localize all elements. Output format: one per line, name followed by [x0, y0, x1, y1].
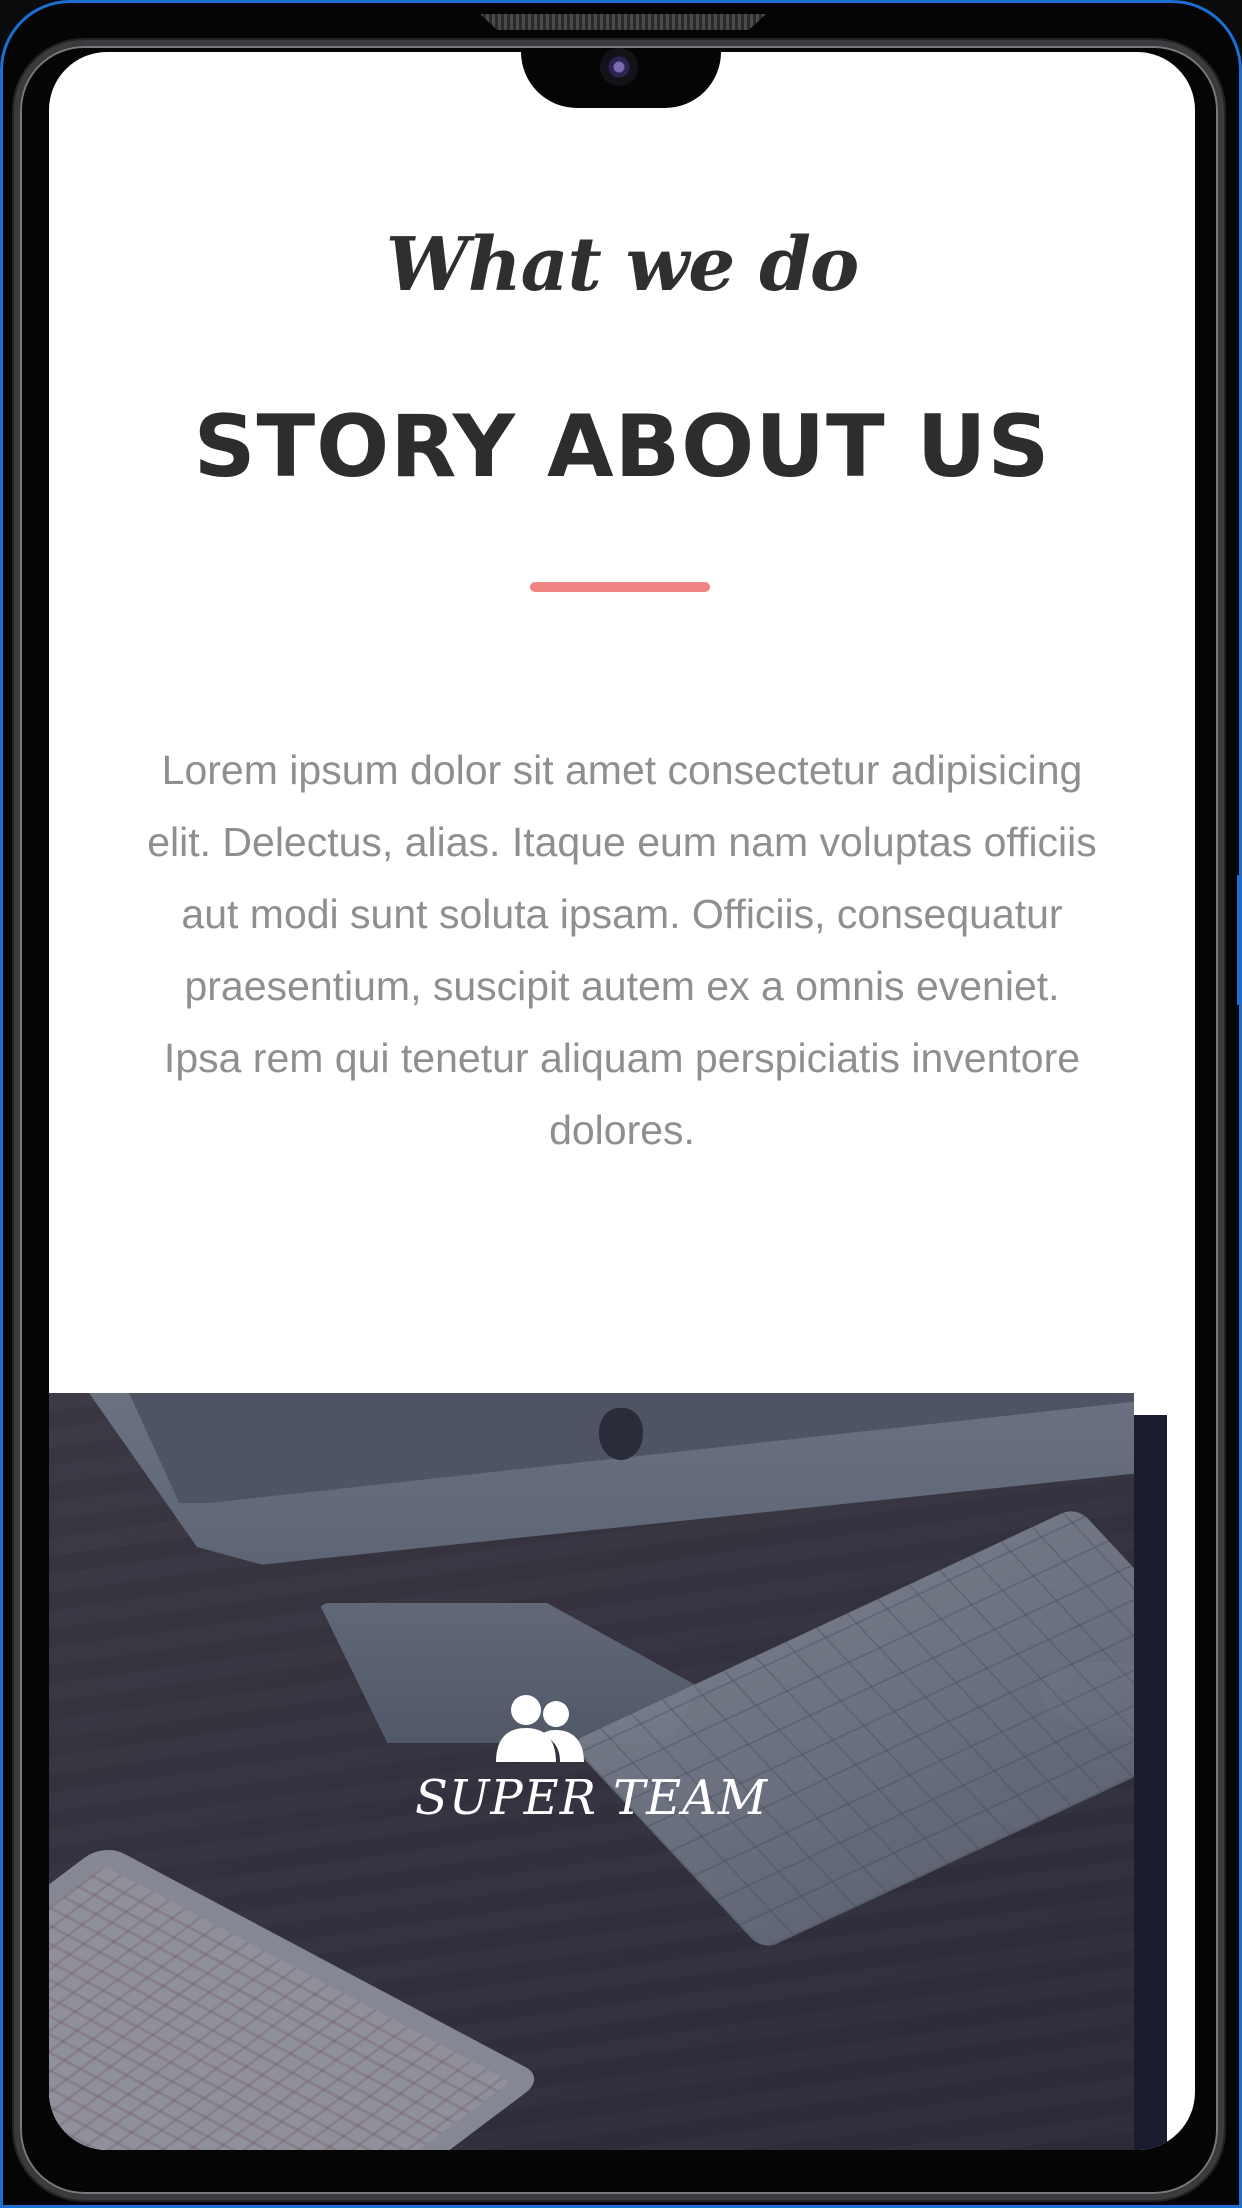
side-button — [1237, 875, 1242, 1005]
card-shadow — [1134, 1415, 1167, 2150]
speaker-grille — [480, 14, 766, 30]
section-title: STORY ABOUT US — [193, 397, 1051, 497]
section-body-text: Lorem ipsum dolor sit amet consectetur a… — [147, 747, 1097, 1153]
front-camera — [600, 48, 638, 86]
section-subtitle: What we do — [385, 222, 859, 308]
users-icon — [496, 1695, 584, 1762]
feature-label: SUPER TEAM — [415, 1770, 768, 1826]
title-divider — [530, 582, 710, 592]
screen: What we do STORY ABOUT US Lorem ipsum do… — [49, 52, 1195, 2150]
